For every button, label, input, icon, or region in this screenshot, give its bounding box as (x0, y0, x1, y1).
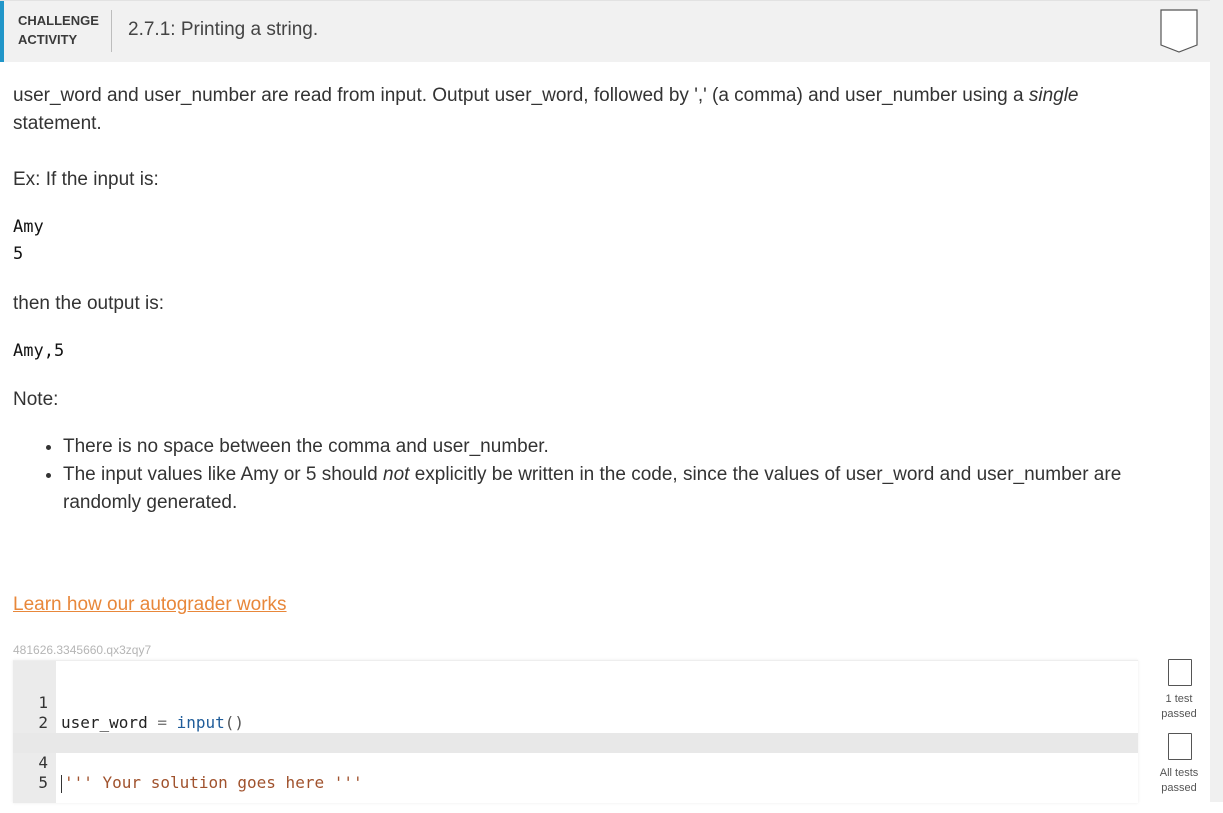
line-number: 5 (38, 773, 48, 792)
challenge-label-line1: CHALLENGE (18, 13, 99, 28)
code-line[interactable]: 5 (13, 753, 1138, 792)
description-text-1: user_word and user_number are read from … (13, 85, 1029, 106)
test-1-status-line1: 1 test (1165, 693, 1193, 705)
note-item-2: The input values like Amy or 5 should no… (63, 461, 1123, 517)
challenge-activity-label: CHALLENGE ACTIVITY (18, 11, 99, 49)
all-tests-status-line2: passed (1161, 782, 1197, 794)
note-1-text: There is no space between the comma and … (63, 436, 549, 457)
all-tests-status-box (1168, 733, 1192, 760)
code-line[interactable]: 1 user_word = input() (13, 673, 1138, 732)
example-input-line2: 5 (13, 244, 24, 264)
code-line[interactable]: 3 (13, 713, 1138, 752)
description-text-2: statement. (13, 113, 102, 134)
output-intro: then the output is: (13, 293, 165, 314)
page-scrollbar[interactable] (1210, 0, 1223, 802)
note-item-1: There is no space between the comma and … (63, 433, 1123, 461)
challenge-label-line2: ACTIVITY (18, 32, 78, 47)
description-emphasis: single (1028, 85, 1079, 106)
example-input-line1: Amy (13, 217, 44, 237)
notes-list: There is no space between the comma and … (13, 433, 1123, 517)
note-label: Note: (13, 389, 59, 410)
challenge-header: CHALLENGE ACTIVITY 2.7.1: Printing a str… (0, 0, 1210, 62)
example-output: Amy,5 (13, 341, 65, 361)
test-1-status-line2: passed (1161, 708, 1197, 720)
note-2-emphasis: not (383, 464, 410, 485)
completion-badge-icon (1160, 9, 1198, 53)
code-line-active[interactable]: 4 ''' Your solution goes here ''' (13, 733, 1138, 793)
code-content: ''' Your solution goes here ''' (61, 773, 363, 793)
test-1-status-label: 1 test passed (1149, 692, 1209, 722)
header-accent-bar (0, 1, 4, 62)
code-editor[interactable]: 1 user_word = input() 2 user_number = in… (13, 660, 1138, 803)
header-divider (111, 10, 112, 52)
autograder-help-link[interactable]: Learn how our autograder works (13, 594, 287, 616)
note-2-text-1: The input values like Amy or 5 should (63, 464, 384, 485)
text-cursor (61, 774, 62, 793)
test-1-status-box (1168, 659, 1192, 686)
problem-description: user_word and user_number are read from … (13, 82, 1123, 138)
example-intro: Ex: If the input is: (13, 169, 159, 190)
all-tests-status-line1: All tests (1159, 767, 1199, 779)
all-tests-status-label: All tests passed (1149, 766, 1209, 796)
activity-title: 2.7.1: Printing a string. (128, 19, 319, 40)
code-comment-string: ''' Your solution goes here ''' (64, 773, 363, 792)
activity-version-id: 481626.3345660.qx3zqy7 (13, 643, 152, 657)
code-line[interactable]: 2 user_number = int(input()) (13, 693, 1138, 752)
